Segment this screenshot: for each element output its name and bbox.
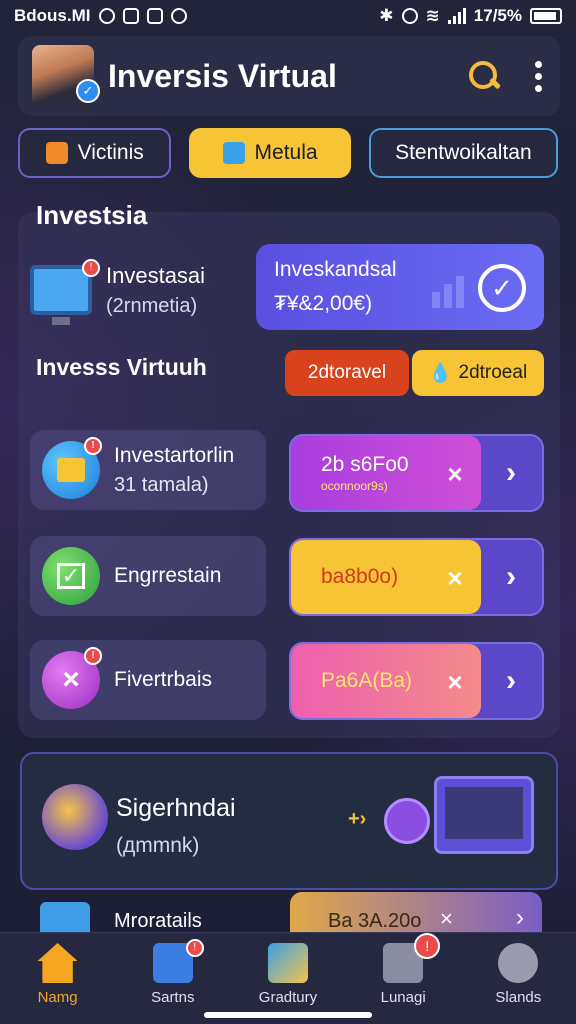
- nav-item-slands[interactable]: Slands: [463, 933, 573, 1024]
- bluetooth-icon: ✱: [379, 6, 394, 25]
- filter-pill-yellow[interactable]: 💧 2dtroeal: [412, 350, 544, 396]
- list-item[interactable]: ! Investartorlin 31 tamala): [30, 430, 266, 510]
- close-icon[interactable]: ×: [440, 906, 453, 932]
- row-action-card[interactable]: Pa6A(Ba) × ›: [289, 642, 544, 720]
- chevron-right-icon[interactable]: ›: [496, 562, 526, 592]
- arrow-right-icon: +›: [348, 808, 367, 830]
- summary-item[interactable]: ! Investasai (2rnmetia): [30, 250, 254, 330]
- notification-dot: !: [414, 933, 441, 959]
- chevron-right-icon[interactable]: ›: [516, 904, 524, 932]
- tab-label: Victinis: [77, 141, 144, 164]
- bar-chart-icon: [432, 276, 464, 308]
- notification-dot: !: [185, 939, 204, 957]
- status-left: Bdous.MI: [14, 6, 187, 26]
- tab-metula[interactable]: Metula: [189, 128, 351, 178]
- nav-item-lunagi[interactable]: ! Lunagi: [348, 933, 458, 1024]
- nav-label: Lunagi: [380, 989, 426, 1006]
- status-bar: Bdous.MI ✱ ≋ 17/5%: [0, 0, 576, 32]
- chat-icon: [498, 943, 539, 983]
- row-value: Ba 3A.20o: [328, 910, 422, 932]
- settings-icon: [170, 8, 187, 24]
- alarm-icon: [401, 8, 418, 24]
- notepad-icon: !: [42, 437, 102, 499]
- row-action-card[interactable]: 2b s6Fo0 oconnoor9s) × ›: [289, 434, 544, 512]
- close-icon[interactable]: ×: [441, 460, 469, 488]
- tab-label: Metula: [254, 141, 318, 164]
- checkbox-icon: ✓: [42, 547, 100, 605]
- row-title: Mroratails: [114, 910, 202, 932]
- photo-icon: [122, 8, 139, 24]
- nav-label: Slands: [495, 989, 542, 1006]
- row-title: Fivertrbais: [114, 668, 213, 691]
- box-icon: [45, 142, 68, 164]
- battery-percent: 17/5%: [473, 6, 522, 25]
- app-icon: [146, 8, 163, 24]
- close-icon[interactable]: ×: [441, 668, 469, 696]
- row-title: Engrrestain: [114, 564, 222, 587]
- row-subtitle: 31 tamala): [114, 473, 209, 496]
- summary-title: Investasai: [106, 262, 206, 288]
- app-header: ✓ Inversis Virtual: [18, 36, 560, 116]
- search-icon[interactable]: [467, 59, 501, 93]
- nav-item-gradtury[interactable]: Gradtury: [233, 933, 343, 1024]
- bag-icon: [267, 943, 308, 983]
- chevron-right-icon[interactable]: ›: [496, 666, 526, 696]
- row-title: Investartorlin: [114, 443, 235, 467]
- bottom-nav: Namg ! Sartns Gradtury ! Lunagi Slands: [0, 932, 576, 1024]
- more-menu-icon[interactable]: [531, 57, 546, 96]
- section-heading: Investsia: [36, 200, 148, 230]
- promo-banner[interactable]: Sigerhndai (дmmnk) +›: [20, 752, 558, 890]
- row-action-card[interactable]: ba8b0o) × ›: [289, 538, 544, 616]
- nav-item-sartns[interactable]: ! Sartns: [118, 933, 228, 1024]
- nav-label: Namg: [37, 989, 78, 1006]
- promo-title: Sigerhndai: [116, 794, 236, 822]
- verified-icon: ✓: [76, 79, 100, 103]
- nav-label: Sartns: [151, 989, 195, 1006]
- row-action-card[interactable]: Ba 3A.20o × ›: [290, 892, 542, 936]
- pill-label: 2dtroeal: [458, 362, 528, 383]
- avatar[interactable]: ✓: [32, 45, 100, 107]
- tab-label: Stentwoikaltan: [395, 141, 532, 164]
- list-item[interactable]: Mroratails Ba 3A.20o × ›: [30, 892, 550, 938]
- coin-icon: [384, 798, 430, 844]
- check-icon: ✓: [478, 264, 526, 312]
- promo-subtitle: (дmmnk): [116, 834, 200, 857]
- notification-dot: !: [82, 259, 100, 277]
- drop-icon: 💧: [428, 363, 453, 384]
- status-carrier: Bdous.MI: [14, 6, 91, 25]
- signal-icon: [447, 8, 466, 24]
- filter-pill-red[interactable]: 2dtoravel: [285, 350, 409, 396]
- list-item[interactable]: ✓ Engrrestain: [30, 536, 266, 616]
- list-item[interactable]: × ! Fivertrbais: [30, 640, 266, 720]
- summary-subtitle: (2rnmetia): [106, 294, 198, 317]
- sync-icon: [98, 8, 115, 24]
- battery-icon: [530, 8, 562, 24]
- piggy-bank-icon: [42, 784, 108, 850]
- nav-label: Gradtury: [258, 989, 318, 1006]
- cancel-circle-icon: × !: [42, 647, 102, 709]
- trading-chart-icon: [434, 776, 534, 854]
- document-icon: [222, 142, 245, 164]
- tab-victinis[interactable]: Victinis: [18, 128, 172, 178]
- summary-card[interactable]: Inveskandsal ₮¥&2,00€) ✓: [256, 244, 544, 330]
- home-indicator[interactable]: [204, 1012, 372, 1018]
- page-title: Inversis Virtual: [108, 57, 337, 94]
- chevron-right-icon[interactable]: ›: [496, 458, 526, 488]
- sub-heading: Invesss Virtuuh: [36, 354, 207, 380]
- home-icon: [37, 943, 78, 983]
- wifi-icon: ≋: [425, 6, 440, 25]
- nav-item-home[interactable]: Namg: [3, 933, 113, 1024]
- tab-bar: Victinis Metula Stentwoikaltan: [18, 128, 558, 180]
- tab-stentwoikaltan[interactable]: Stentwoikaltan: [368, 128, 558, 178]
- close-icon[interactable]: ×: [441, 564, 469, 592]
- status-right: ✱ ≋ 17/5%: [379, 6, 562, 26]
